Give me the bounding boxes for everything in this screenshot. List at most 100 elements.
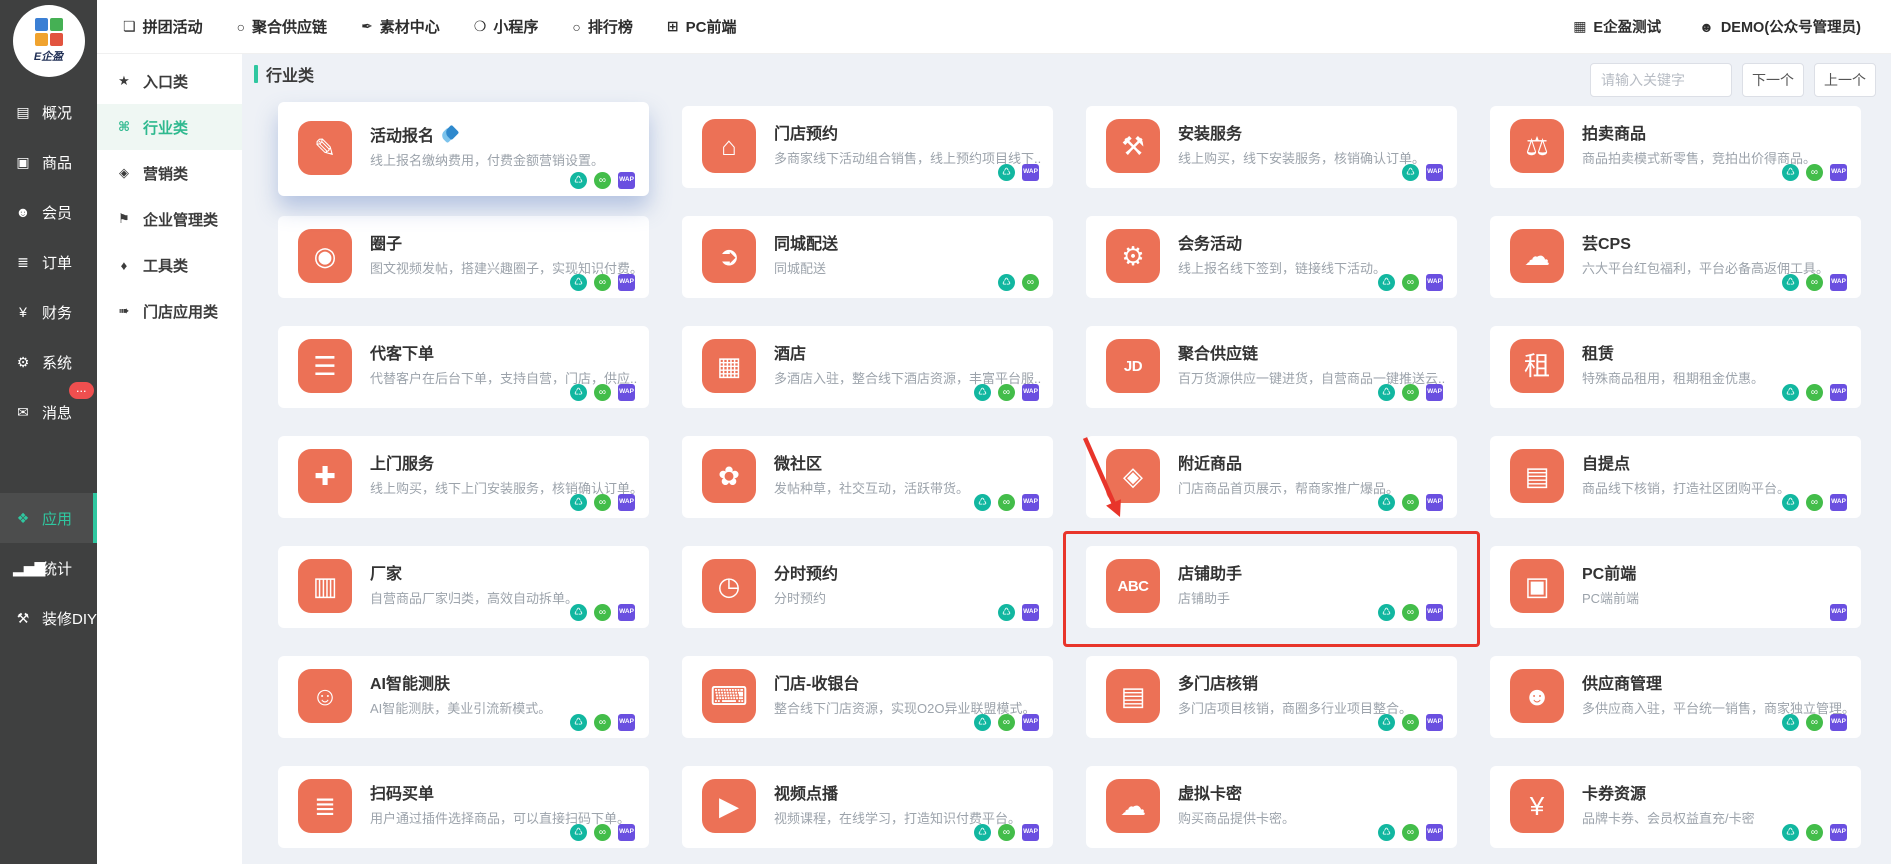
- platform-badges: ♺WAP: [998, 164, 1039, 181]
- miniprogram-badge: ♺: [974, 714, 991, 731]
- virtual-card-icon: ☁: [1106, 779, 1160, 833]
- sidebar-item-应用[interactable]: ❖应用: [0, 493, 97, 543]
- prev-button[interactable]: 上一个: [1814, 63, 1876, 97]
- app-card-分时预约[interactable]: ◷分时预约分时预约♺WAP: [682, 546, 1053, 628]
- app-icon-glyph: 租: [1524, 353, 1550, 379]
- category-item-营销类[interactable]: ◈营销类: [97, 150, 242, 196]
- sidebar-item-统计[interactable]: ▂▅▇统计: [0, 543, 97, 593]
- wap-badge: WAP: [1022, 714, 1039, 731]
- brand-logo-icon: [35, 18, 63, 46]
- sidebar-item-装修DIY[interactable]: ⚒装修DIY: [0, 593, 97, 643]
- card-title-text: 厂家: [370, 560, 402, 584]
- miniprogram-badge: ♺: [1378, 384, 1395, 401]
- h5-link-badge: ∞: [998, 714, 1015, 731]
- app-icon-glyph: ⌨: [710, 683, 748, 709]
- sidebar-item-会员[interactable]: ☻会员: [0, 187, 97, 237]
- factory-icon: ▥: [298, 559, 352, 613]
- topnav-item-素材中心[interactable]: ✒素材中心: [361, 16, 440, 37]
- sidebar-item-label: 财务: [42, 302, 72, 323]
- app-card-芸CPS[interactable]: ☁芸CPS六大平台红包福利，平台必备高返佣工具。♺∞WAP: [1490, 216, 1861, 298]
- card-title-text: 酒店: [774, 340, 806, 364]
- next-button[interactable]: 下一个: [1742, 63, 1804, 97]
- app-card-微社区[interactable]: ✿微社区发帖种草，社交互动，活跃带货。♺∞WAP: [682, 436, 1053, 518]
- h5-link-badge: ∞: [1806, 714, 1823, 731]
- app-icon-glyph: ☻: [1523, 683, 1550, 709]
- app-card-卡券资源[interactable]: ¥卡券资源品牌卡券、会员权益直充/卡密♺∞WAP: [1490, 766, 1861, 848]
- finance-icon: ¥: [13, 304, 33, 320]
- platform-badges: ♺∞WAP: [570, 714, 635, 731]
- sidebar-item-概况[interactable]: ▤概况: [0, 87, 97, 137]
- category-item-门店应用类[interactable]: ➠门店应用类: [97, 288, 242, 334]
- card-title: 聚合供应链: [1178, 340, 1258, 364]
- app-card-租赁[interactable]: 租租赁特殊商品租用，租期租金优惠。♺∞WAP: [1490, 326, 1861, 408]
- app-card-自提点[interactable]: ▤自提点商品线下核销，打造社区团购平台。♺∞WAP: [1490, 436, 1861, 518]
- category-item-工具类[interactable]: ♦工具类: [97, 242, 242, 288]
- cps-cloud-icon: ☁: [1510, 229, 1564, 283]
- app-card-厂家[interactable]: ▥厂家自营商品厂家归类，高效自动拆单。♺∞WAP: [278, 546, 649, 628]
- app-card-AI智能测肤[interactable]: ☺AI智能测肤AI智能测肤，美业引流新模式。♺∞WAP: [278, 656, 649, 738]
- sidebar-item-订单[interactable]: ≣订单: [0, 237, 97, 287]
- wap-badge: WAP: [1022, 164, 1039, 181]
- wap-badge: WAP: [1830, 164, 1847, 181]
- app-card-门店预约[interactable]: ⌂门店预约多商家线下活动组合销售，线上预约项目线下...♺WAP: [682, 106, 1053, 188]
- sidebar-item-消息[interactable]: ✉消息...: [0, 387, 97, 437]
- card-title-text: 扫码买单: [370, 780, 434, 804]
- scan-pay-icon: ≣: [298, 779, 352, 833]
- topnav-label: PC前端: [686, 16, 737, 37]
- sidebar-item-财务[interactable]: ¥ 财务: [0, 287, 97, 337]
- app-card-安装服务[interactable]: ⚒安装服务线上购买，线下安装服务，核销确认订单。♺WAP: [1086, 106, 1457, 188]
- search-input[interactable]: [1590, 63, 1732, 97]
- topbar-right-item-E企盈测试[interactable]: ▦E企盈测试: [1573, 16, 1661, 37]
- app-icon-glyph: ✿: [718, 463, 740, 489]
- app-card-店铺助手[interactable]: ABC店铺助手店铺助手♺∞WAP: [1086, 546, 1457, 628]
- platform-badges: ♺∞WAP: [570, 274, 635, 291]
- app-card-视频点播[interactable]: ▶视频点播视频课程，在线学习，打造知识付费平台。♺∞WAP: [682, 766, 1053, 848]
- topnav-item-PC前端[interactable]: ⊞ PC前端: [667, 16, 737, 37]
- pc-frontend-icon: ⊞: [667, 18, 679, 35]
- topnav-item-小程序[interactable]: ❍小程序: [474, 16, 539, 37]
- card-title: 租赁: [1582, 340, 1614, 364]
- app-card-拍卖商品[interactable]: ⚖拍卖商品商品拍卖模式新零售，竞拍出价得商品。♺∞WAP: [1490, 106, 1861, 188]
- category-item-企业管理类[interactable]: ⚑企业管理类: [97, 196, 242, 242]
- app-card-附近商品[interactable]: ◈附近商品门店商品首页展示，帮商家推广爆品。♺∞WAP: [1086, 436, 1457, 518]
- grid-icon: ▦: [1573, 18, 1586, 35]
- topbar-right-item-DEMO(公众号管理员)[interactable]: ☻DEMO(公众号管理员): [1699, 16, 1861, 37]
- card-title-text: 卡券资源: [1582, 780, 1646, 804]
- app-card-酒店[interactable]: ▦酒店多酒店入驻，整合线下酒店资源，丰富平台服...♺∞WAP: [682, 326, 1053, 408]
- app-card-圈子[interactable]: ◉圈子图文视频发帖，搭建兴趣圈子，实现知识付费。♺∞WAP: [278, 216, 649, 298]
- miniprogram-badge: ♺: [1782, 494, 1799, 511]
- topnav-item-排行榜[interactable]: ○排行榜: [572, 16, 632, 37]
- wap-badge: WAP: [1426, 714, 1443, 731]
- sidebar-item-商品[interactable]: ▣商品: [0, 137, 97, 187]
- category-item-行业类[interactable]: ⌘行业类: [97, 104, 242, 150]
- wap-badge: WAP: [1022, 384, 1039, 401]
- card-title: 会务活动: [1178, 230, 1242, 254]
- micro-community-icon: ✿: [702, 449, 756, 503]
- app-card-扫码买单[interactable]: ≣扫码买单用户通过插件选择商品，可以直接扫码下单。♺∞WAP: [278, 766, 649, 848]
- app-card-活动报名[interactable]: ✎活动报名线上报名缴纳费用，付费金额营销设置。♺∞WAP: [278, 102, 649, 196]
- app-card-虚拟卡密[interactable]: ☁虚拟卡密购买商品提供卡密。♺∞WAP: [1086, 766, 1457, 848]
- miniprogram-badge: ♺: [974, 824, 991, 841]
- app-icon-glyph: ▶: [719, 793, 739, 819]
- miniprogram-badge: ♺: [1378, 604, 1395, 621]
- app-card-会务活动[interactable]: ⚙会务活动线上报名线下签到，链接线下活动。♺∞WAP: [1086, 216, 1457, 298]
- app-card-多门店核销[interactable]: ▤多门店核销多门店项目核销，商圈多行业项目整合。♺∞WAP: [1086, 656, 1457, 738]
- miniprogram-badge: ♺: [570, 824, 587, 841]
- h5-link-badge: ∞: [998, 494, 1015, 511]
- app-card-代客下单[interactable]: ☰代客下单代替客户在后台下单，支持自营，门店，供应...♺∞WAP: [278, 326, 649, 408]
- topnav-item-拼团活动[interactable]: ❏拼团活动: [123, 16, 203, 37]
- pos-cashier-icon: ⌨: [702, 669, 756, 723]
- h5-link-badge: ∞: [1806, 494, 1823, 511]
- app-card-供应商管理[interactable]: ☻供应商管理多供应商入驻，平台统一销售，商家独立管理。♺∞WAP: [1490, 656, 1861, 738]
- sidebar-item-系统[interactable]: ⚙系统: [0, 337, 97, 387]
- topnav-label: 聚合供应链: [252, 16, 327, 37]
- wap-badge: WAP: [1426, 824, 1443, 841]
- topnav-item-聚合供应链[interactable]: ○聚合供应链: [237, 16, 327, 37]
- app-card-PC前端[interactable]: ▣PC前端PC端前端WAP: [1490, 546, 1861, 628]
- app-card-聚合供应链[interactable]: JD聚合供应链百万货源供应一键进货，自营商品一键推送云...♺∞WAP: [1086, 326, 1457, 408]
- door-service-icon: ✚: [298, 449, 352, 503]
- app-card-上门服务[interactable]: ✚上门服务线上购买，线下上门安装服务，核销确认订单。♺∞WAP: [278, 436, 649, 518]
- app-card-同城配送[interactable]: ➲同城配送同城配送♺∞: [682, 216, 1053, 298]
- app-card-门店-收银台[interactable]: ⌨门店-收银台整合线下门店资源，实现O2O异业联盟模式。♺∞WAP: [682, 656, 1053, 738]
- category-item-入口类[interactable]: ★入口类: [97, 58, 242, 104]
